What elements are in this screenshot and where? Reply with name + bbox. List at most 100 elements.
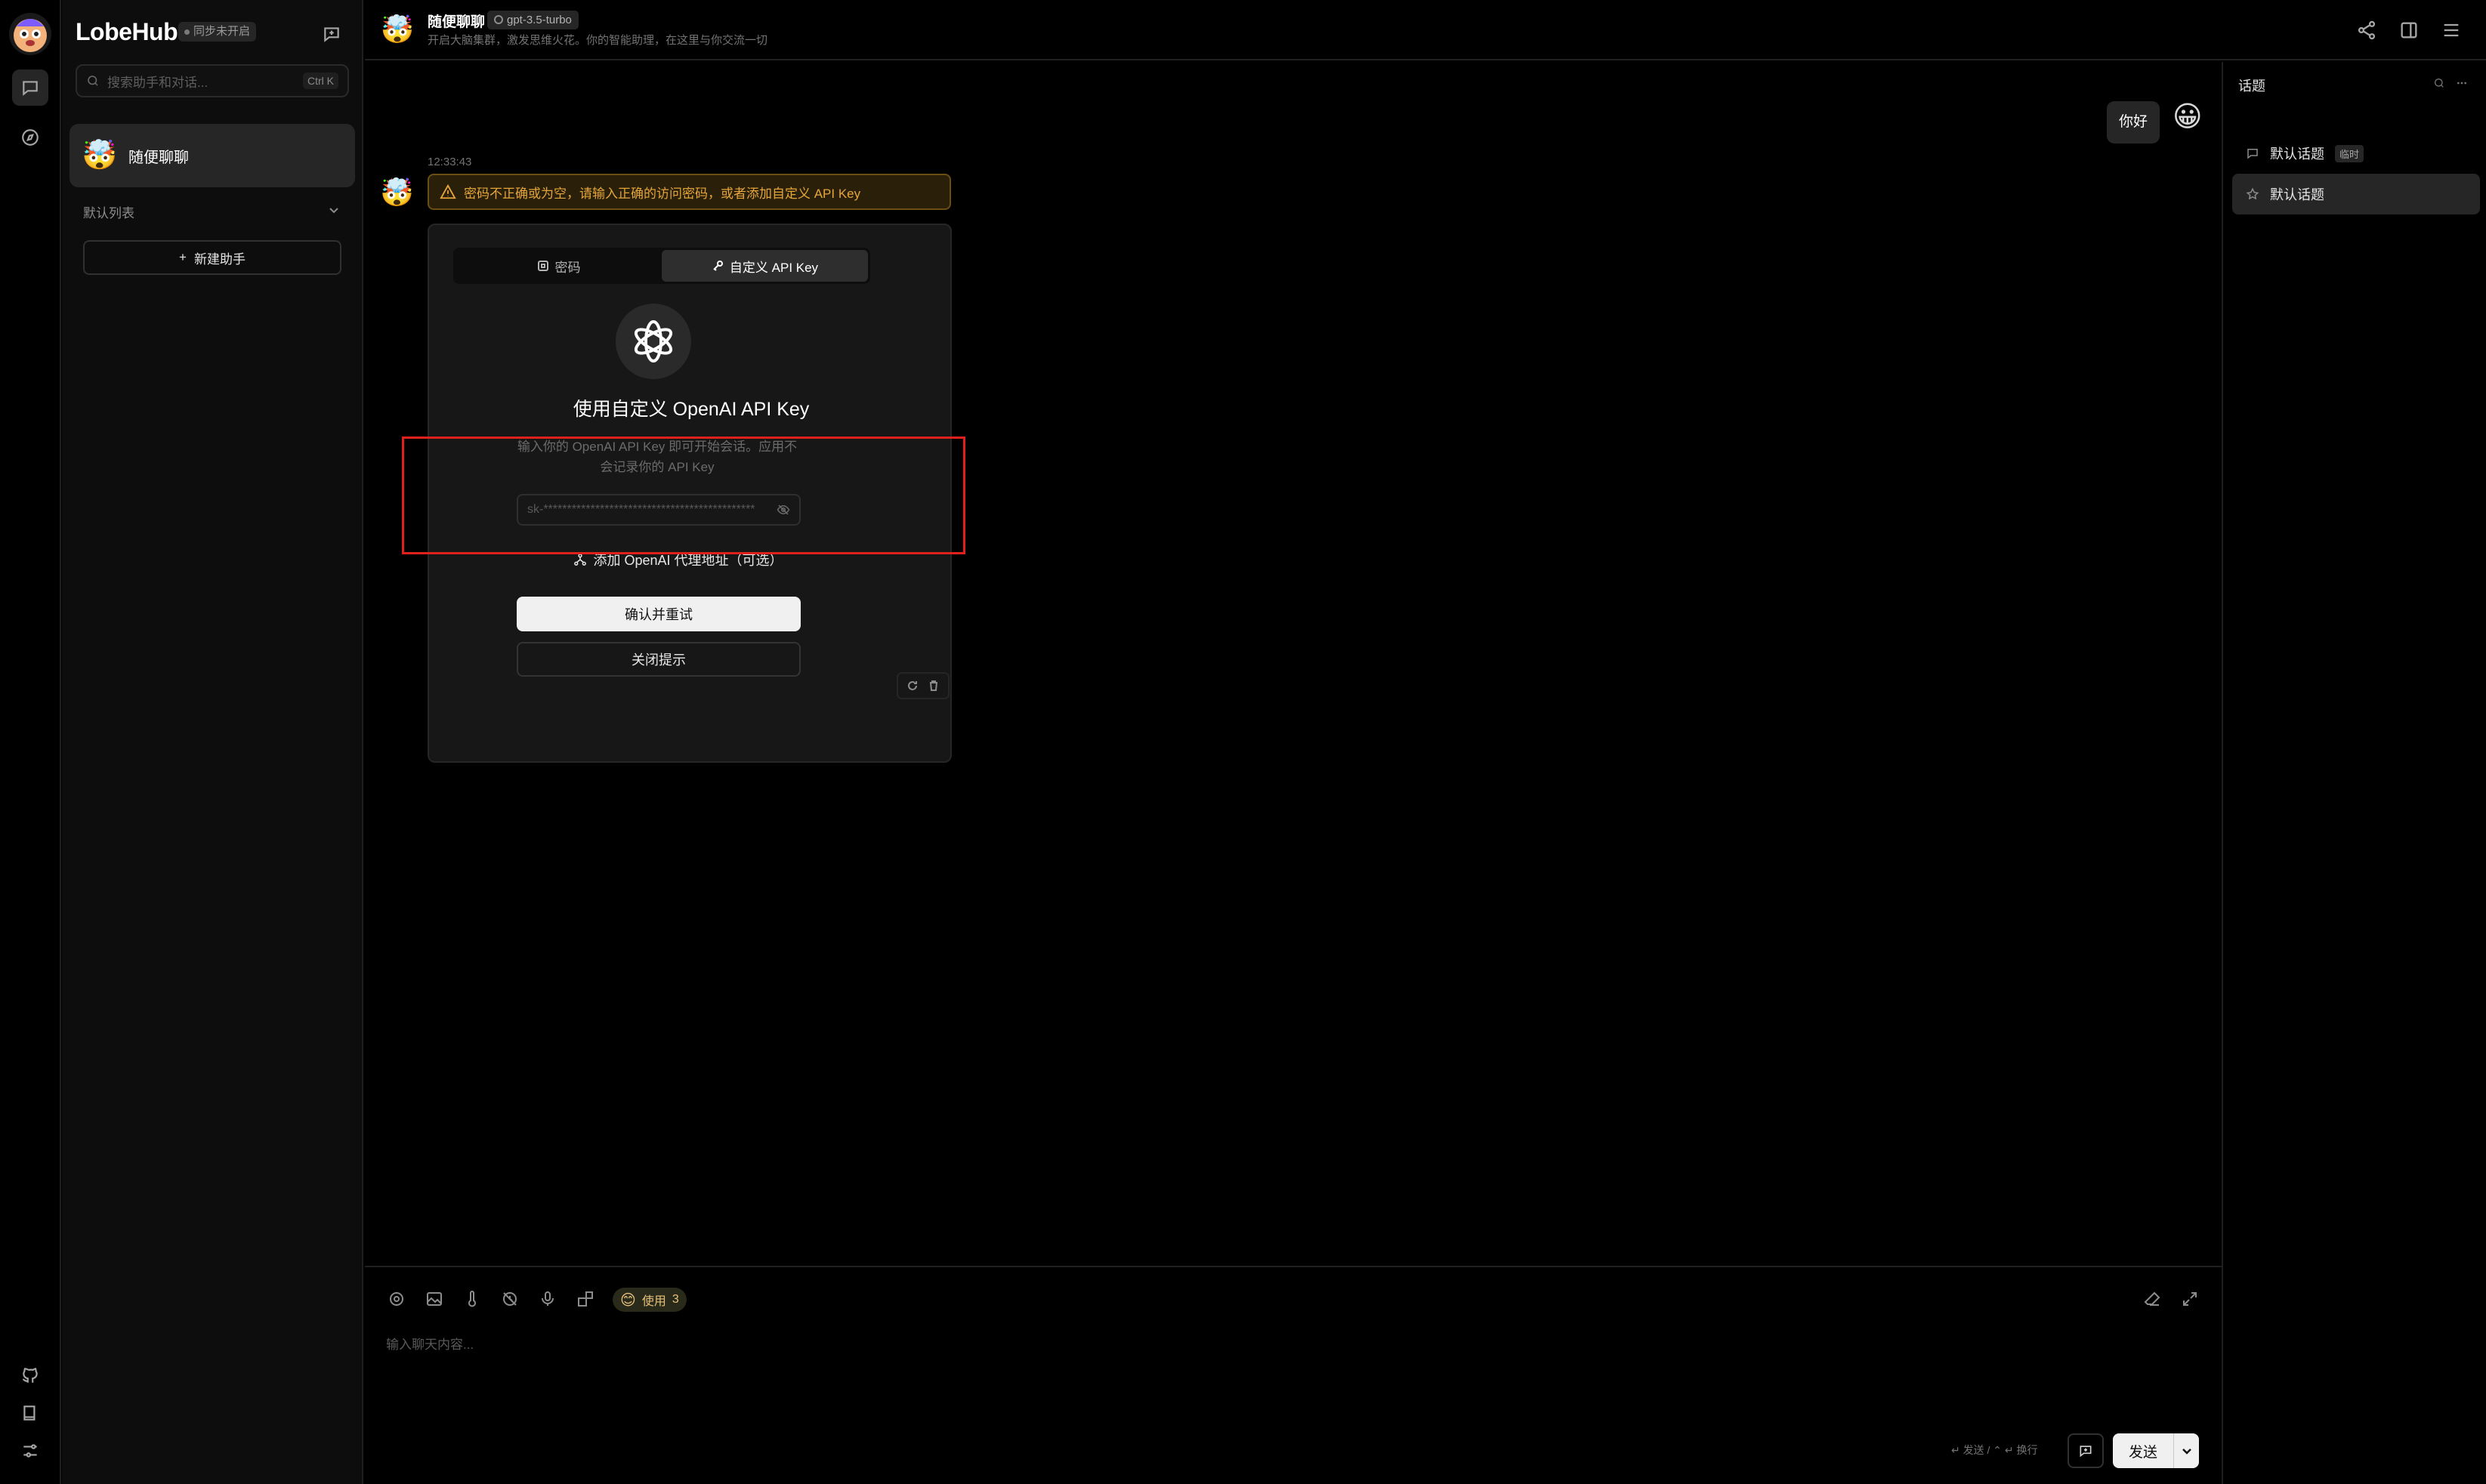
tab-password[interactable]: 密码: [456, 250, 662, 282]
panel-right-icon: [2401, 22, 2417, 39]
send-options-button[interactable]: [2173, 1433, 2199, 1468]
voice-button[interactable]: [533, 1284, 563, 1314]
search-shortcut: Ctrl K: [303, 73, 338, 89]
close-tip-button[interactable]: 关闭提示: [517, 642, 801, 677]
topic-panel: 话题 默认话题 临时 默认话题: [2222, 62, 2486, 1484]
search-icon: [88, 76, 98, 86]
topic-item-default[interactable]: 默认话题: [2232, 174, 2480, 214]
temperature-button[interactable]: [457, 1284, 487, 1314]
topic-label: 默认话题: [2270, 147, 2324, 162]
delete-icon[interactable]: [928, 680, 940, 692]
assistant-title: 随便聊聊: [428, 14, 486, 30]
new-topic-button[interactable]: [2068, 1433, 2104, 1468]
upload-image-button[interactable]: [419, 1284, 449, 1314]
plus-icon: +: [179, 250, 187, 264]
share-icon: [2358, 20, 2376, 40]
image-icon: [427, 1292, 442, 1306]
topic-temp-tag: 临时: [2335, 144, 2364, 162]
plugins-button[interactable]: [570, 1284, 601, 1314]
github-icon: [23, 1368, 38, 1383]
model-settings-button[interactable]: [381, 1284, 412, 1314]
docs-button[interactable]: [12, 1395, 48, 1431]
chat-input[interactable]: 输入聊天内容...: [386, 1334, 474, 1353]
chat-nav-button[interactable]: [12, 69, 48, 106]
chevron-down-icon: [2182, 1449, 2191, 1455]
more-icon: [2457, 82, 2466, 85]
chat-list: 你好 😀 🤯 12:33:43 密码不正确或为空，请输入正确的访问密码，或者添加…: [365, 62, 2222, 1266]
topic-search-button[interactable]: [2430, 74, 2448, 92]
history-button[interactable]: [495, 1284, 525, 1314]
menu-button[interactable]: [2436, 15, 2466, 45]
session-item[interactable]: 🤯 随便聊聊: [69, 124, 355, 187]
message-timestamp: 12:33:43: [428, 156, 472, 168]
token-count: 3: [672, 1293, 679, 1306]
topic-item-default-temp[interactable]: 默认话题 临时: [2232, 133, 2480, 174]
microphone-icon: [542, 1291, 554, 1306]
book-icon: [23, 1405, 36, 1421]
menu-icon: [2444, 23, 2459, 37]
star-icon[interactable]: [2246, 187, 2259, 201]
session-sidebar: LobeHub 同步未开启 搜索助手和对话... Ctrl K 🤯 随便聊聊 默…: [62, 0, 363, 1484]
expand-icon: [2183, 1292, 2197, 1306]
settings-button[interactable]: [12, 1433, 48, 1469]
new-chat-button[interactable]: [317, 20, 346, 48]
message-icon: [2247, 149, 2258, 159]
message-plus-icon: [324, 27, 339, 42]
toggle-panel-button[interactable]: [2394, 15, 2424, 45]
session-avatar: 🤯: [82, 140, 118, 171]
chat-input-area: 😊 使用 3 输入聊天内容... ↵ 发送 / ⌃ ↵ 换行 发送: [365, 1266, 2222, 1484]
discover-nav-button[interactable]: [12, 119, 48, 156]
topic-panel-title: 话题: [2238, 79, 2265, 94]
send-shortcut-hint: ↵ 发送 / ⌃ ↵ 换行: [1951, 1444, 2038, 1456]
sync-status-label: 同步未开启: [193, 25, 251, 38]
model-tag[interactable]: gpt-3.5-turbo: [487, 11, 579, 29]
clear-button[interactable]: [2137, 1284, 2167, 1314]
network-icon: [574, 554, 587, 566]
chevron-down-icon[interactable]: [328, 204, 340, 216]
bot-avatar: 🤯: [380, 177, 414, 208]
new-assistant-button[interactable]: + 新建助手: [83, 240, 341, 275]
error-message: 密码不正确或为空，请输入正确的访问密码，或者添加自定义 API Key: [464, 186, 861, 201]
chat-header: 🤯 随便聊聊 gpt-3.5-turbo 开启大脑集群，激发思维火花。你的智能助…: [365, 0, 2486, 60]
regenerate-icon[interactable]: [906, 680, 919, 692]
clock-off-icon: [503, 1292, 517, 1306]
assistant-description: 开启大脑集群，激发思维火花。你的智能助理，在这里与你交流一切: [428, 34, 768, 47]
user-avatar[interactable]: [9, 13, 51, 55]
blocks-icon: [578, 1291, 593, 1307]
group-title[interactable]: 默认列表: [83, 202, 134, 221]
warning-icon: [440, 184, 456, 199]
share-button[interactable]: [2352, 15, 2382, 45]
assistant-avatar[interactable]: 🤯: [380, 12, 415, 47]
chat-icon: [23, 81, 38, 96]
topic-label: 默认话题: [2270, 187, 2324, 202]
token-usage-pill[interactable]: 😊 使用 3: [613, 1288, 687, 1312]
tab-password-label: 密码: [554, 260, 581, 275]
highlight-box: [402, 437, 965, 554]
expand-button[interactable]: [2175, 1284, 2205, 1314]
user-avatar-small: 😀: [2173, 101, 2203, 133]
lock-icon: [537, 261, 548, 271]
tab-custom-api-key[interactable]: 自定义 API Key: [662, 250, 868, 282]
model-name: gpt-3.5-turbo: [507, 14, 572, 26]
search-input[interactable]: 搜索助手和对话... Ctrl K: [76, 64, 349, 97]
sync-dot-icon: [184, 29, 190, 35]
session-name: 随便聊聊: [128, 149, 189, 166]
openai-icon: [494, 15, 503, 24]
topic-more-button[interactable]: [2453, 74, 2471, 92]
brand-logo: LobeHub: [76, 18, 178, 45]
message-plus-icon: [2080, 1445, 2092, 1458]
search-placeholder: 搜索助手和对话...: [107, 75, 208, 90]
message-actions: [897, 672, 950, 699]
auth-segmented-control: 密码 自定义 API Key: [453, 248, 870, 284]
sync-status-badge[interactable]: 同步未开启: [178, 22, 257, 42]
thermometer-icon: [468, 1291, 476, 1307]
github-button[interactable]: [12, 1357, 48, 1393]
token-label: 使用: [641, 1295, 666, 1308]
eraser-icon: [2144, 1291, 2160, 1306]
user-message[interactable]: 你好: [2107, 101, 2160, 143]
confirm-retry-button[interactable]: 确认并重试: [517, 597, 801, 631]
new-assistant-label: 新建助手: [193, 251, 246, 267]
send-button-group: 发送: [2113, 1433, 2199, 1468]
send-button[interactable]: 发送: [2113, 1433, 2173, 1468]
error-alert: 密码不正确或为空，请输入正确的访问密码，或者添加自定义 API Key: [428, 174, 951, 210]
